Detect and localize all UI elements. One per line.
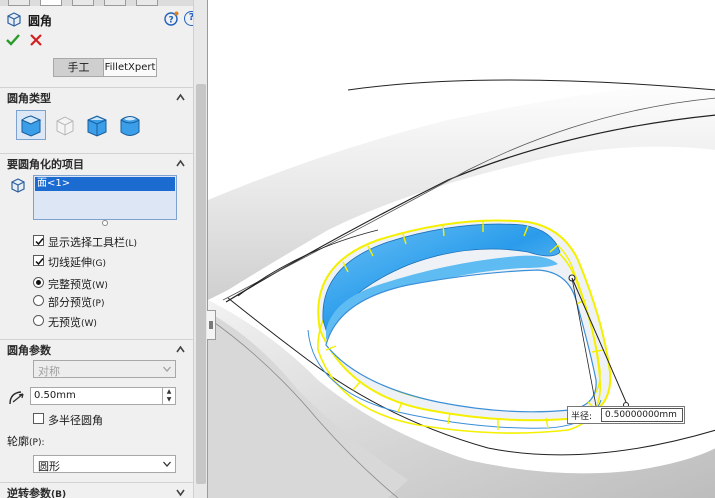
panel-collapse-handle[interactable] [207, 310, 216, 340]
panel-title: 圆角 [28, 14, 53, 28]
manager-tab-display[interactable] [136, 0, 158, 6]
profile-select[interactable]: 圆形 [33, 455, 176, 473]
checkbox-box[interactable] [33, 413, 44, 424]
tab-filletxpert[interactable]: FilletXpert [104, 59, 156, 76]
scrollbar-thumb[interactable] [196, 84, 206, 484]
collapse-arrow-icon [209, 321, 213, 329]
ok-button[interactable] [5, 32, 21, 48]
section-fillet-type[interactable]: 圆角类型 [0, 87, 193, 105]
fillet-type-face-button[interactable] [82, 110, 112, 140]
radius-spinner[interactable]: ▲ ▼ [162, 388, 175, 404]
selection-list[interactable]: 面<1> [33, 175, 177, 220]
panel-header: 圆角 ? ? [6, 10, 193, 28]
face-fillet-icon [87, 115, 107, 137]
tangent-propagation-checkbox[interactable]: 切线延伸(G) [33, 253, 193, 269]
full-preview-radio[interactable]: 完整预览(W) [33, 275, 193, 291]
radius-input[interactable]: 0.50mm ▲ ▼ [30, 387, 176, 405]
radius-icon [9, 391, 24, 405]
checkbox-label: 多半径圆角 [48, 414, 103, 427]
radio-label: 部分预览(P) [48, 296, 105, 309]
svg-text:?: ? [169, 16, 174, 26]
manager-tab-strip [0, 0, 193, 6]
radio-dot[interactable] [33, 315, 44, 326]
chevron-up-icon[interactable] [176, 345, 185, 354]
chevron-down-icon[interactable] [176, 488, 185, 497]
radio-dot[interactable] [33, 295, 44, 306]
section-params-label: 圆角参数 [7, 344, 51, 357]
radio-label: 无预览(W) [48, 316, 97, 329]
radius-callout-caption: 半径: [571, 412, 593, 422]
partial-preview-radio[interactable]: 部分预览(P) [33, 293, 193, 309]
property-manager: 圆角 ? ? 手工 FilletXpert 圆角类型 [0, 0, 193, 498]
checkmark-icon [35, 238, 44, 246]
spin-down-icon[interactable]: ▼ [163, 396, 175, 404]
chevron-down-icon [163, 366, 171, 372]
mode-tab-group: 手工 FilletXpert [53, 58, 157, 77]
manager-tab-feature[interactable] [8, 0, 30, 6]
manager-tab-property[interactable] [40, 0, 62, 6]
profile-label: 轮廓(P): [7, 435, 45, 448]
section-reverse-label: 逆转参数(B) [7, 487, 67, 498]
chevron-up-icon[interactable] [176, 93, 185, 102]
face-select-icon [11, 178, 25, 193]
radius-callout-input[interactable]: 0.50000000mm [601, 408, 683, 422]
checkbox-box[interactable] [33, 255, 44, 266]
variable-fillet-icon [56, 116, 74, 136]
constant-fillet-icon [21, 115, 42, 137]
selection-item-face[interactable]: 面<1> [35, 177, 175, 191]
checkbox-box[interactable] [33, 235, 44, 246]
checkbox-label: 显示选择工具栏(L) [48, 236, 138, 249]
chevron-down-icon [163, 461, 171, 467]
spin-up-icon[interactable]: ▲ [163, 388, 175, 396]
checkmark-icon [35, 258, 44, 266]
section-fillet-parameters[interactable]: 圆角参数 [0, 339, 193, 357]
multi-radius-checkbox[interactable]: 多半径圆角 [33, 411, 193, 427]
symmetric-select[interactable]: 对称 [33, 360, 176, 378]
radio-label: 完整预览(W) [48, 278, 108, 291]
radio-dot[interactable] [33, 277, 44, 288]
manager-tab-config[interactable] [72, 0, 94, 6]
full-round-fillet-icon [120, 116, 140, 136]
section-fillet-type-label: 圆角类型 [7, 92, 51, 105]
radius-input-value: 0.50mm [34, 390, 76, 401]
checkbox-label: 切线延伸(G) [48, 256, 106, 269]
section-items-label: 要圆角化的项目 [7, 158, 84, 171]
cancel-button[interactable] [28, 32, 44, 48]
section-items-to-fillet[interactable]: 要圆角化的项目 [0, 153, 193, 171]
select-value: 对称 [38, 365, 60, 378]
section-reverse-parameters[interactable]: 逆转参数(B) [0, 482, 193, 498]
fillet-type-constant-size-button[interactable] [16, 110, 46, 140]
select-value: 圆形 [38, 460, 60, 473]
whats-wrong-help-icon[interactable]: ? [164, 11, 179, 26]
chevron-up-icon[interactable] [176, 159, 185, 168]
panel-scrollbar[interactable] [193, 0, 207, 498]
show-selection-toolbar-checkbox[interactable]: 显示选择工具栏(L) [33, 233, 193, 249]
no-preview-radio[interactable]: 无预览(W) [33, 313, 193, 329]
fillet-icon [7, 12, 21, 27]
fillet-type-variable-button[interactable] [50, 110, 80, 140]
tab-manual[interactable]: 手工 [54, 59, 104, 76]
help-icon[interactable]: ? [184, 11, 193, 26]
manager-tab-dim[interactable] [104, 0, 126, 6]
list-resize-handle[interactable] [102, 220, 108, 226]
radius-callout[interactable]: 半径: 0.50000000mm [567, 406, 685, 424]
fillet-type-full-round-button[interactable] [115, 110, 145, 140]
